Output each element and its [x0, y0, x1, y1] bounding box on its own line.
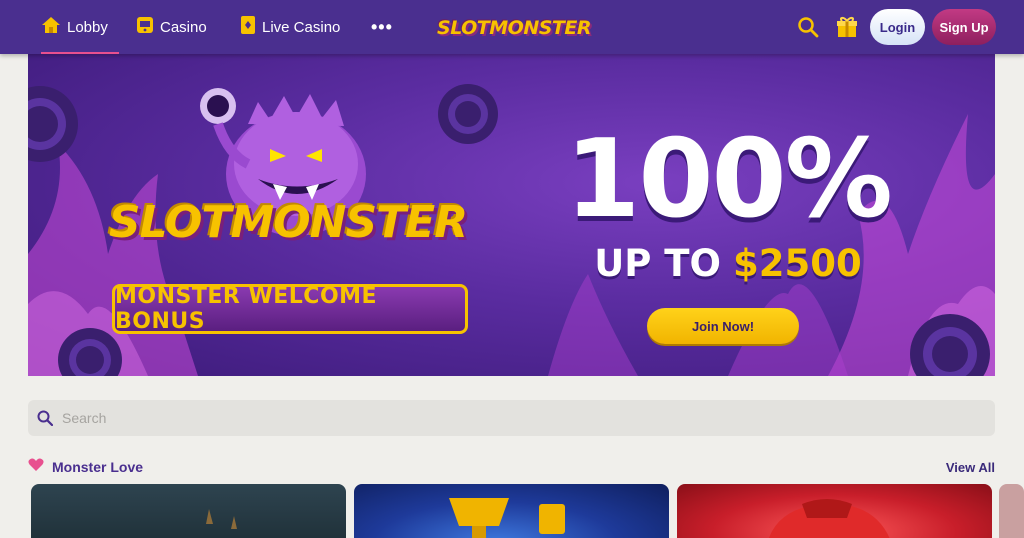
nav-lobby[interactable]: Lobby — [41, 0, 119, 54]
monster-love-section-header: Monster Love View All — [28, 456, 995, 478]
section-title: Monster Love — [52, 459, 144, 475]
game-tile[interactable] — [354, 484, 669, 538]
game-thumbnail — [768, 499, 890, 538]
login-button[interactable]: Login — [870, 9, 925, 45]
slot-machine-icon — [136, 15, 154, 39]
nav-live-casino[interactable]: Live Casino — [240, 0, 340, 54]
gift-icon[interactable] — [836, 15, 858, 39]
top-nav: Lobby Casino Live Casino ••• SLOTMONSTER… — [0, 0, 1024, 54]
game-tile[interactable] — [31, 484, 346, 538]
promo-banner[interactable]: SLOTMONSTER MONSTER WELCOME BONUS 100% U… — [28, 54, 995, 376]
card-icon — [240, 15, 256, 39]
welcome-bonus-title: MONSTER WELCOME BONUS — [112, 284, 468, 334]
search-icon[interactable] — [797, 16, 819, 38]
home-icon — [41, 16, 61, 38]
more-icon: ••• — [371, 16, 393, 37]
more-menu-button[interactable]: ••• — [371, 0, 393, 54]
nav-casino-label: Casino — [160, 18, 207, 36]
game-thumbnail — [206, 509, 237, 529]
nav-live-casino-label: Live Casino — [262, 18, 341, 36]
game-thumbnail — [449, 498, 565, 538]
view-all-link[interactable]: View All — [946, 460, 995, 475]
bonus-upto-label: UP TO — [594, 241, 721, 285]
signup-button[interactable]: Sign Up — [932, 9, 996, 45]
join-now-button[interactable]: Join Now! — [647, 308, 799, 344]
bonus-amount-value: $2500 — [733, 241, 862, 285]
game-search-bar[interactable] — [28, 400, 995, 436]
game-tile[interactable] — [999, 484, 1024, 538]
search-icon — [37, 410, 53, 426]
search-input[interactable] — [62, 410, 962, 426]
heart-icon — [28, 458, 44, 477]
nav-casino[interactable]: Casino — [136, 0, 207, 54]
banner-brand-logo: SLOTMONSTER — [108, 196, 468, 248]
nav-lobby-label: Lobby — [67, 18, 108, 36]
game-tile[interactable] — [677, 484, 992, 538]
bonus-amount: UP TO $2500 — [558, 240, 898, 286]
site-logo[interactable]: SLOTMONSTER — [437, 12, 591, 44]
bonus-percent: 100% — [565, 116, 893, 242]
